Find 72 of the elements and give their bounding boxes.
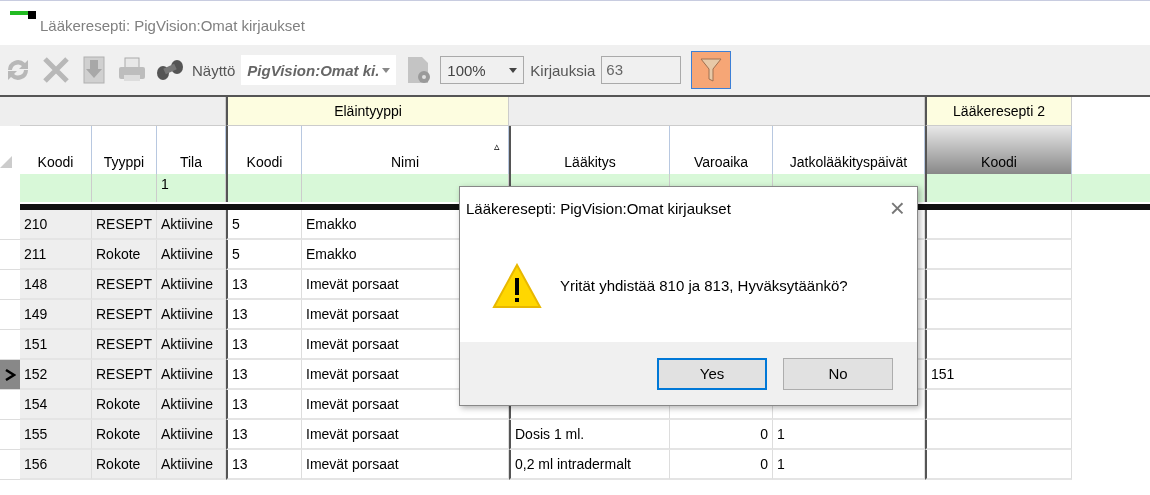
table-cell: Aktiivine — [157, 240, 226, 270]
pointer-icon — [4, 368, 16, 381]
table-cell: Aktiivine — [157, 210, 226, 240]
table-cell: 0 — [670, 450, 773, 480]
table-cell: 13 — [226, 330, 302, 360]
table-cell: Aktiivine — [157, 270, 226, 300]
table-cell: 5 — [226, 210, 302, 240]
view-label: Näyttö — [192, 61, 236, 79]
count-label: Kirjauksia — [530, 61, 596, 79]
table-cell: 5 — [226, 240, 302, 270]
table-cell: 149 — [20, 300, 92, 330]
count-field: 63 — [601, 56, 682, 84]
warning-icon — [492, 262, 542, 309]
filter-button[interactable] — [691, 51, 732, 89]
table-cell: RESEPT — [92, 330, 157, 360]
table-cell: 0,2 ml intradermalt — [509, 450, 670, 480]
table-cell: 0 — [670, 420, 773, 450]
table-cell: 13 — [226, 420, 302, 450]
corner-icon — [0, 156, 12, 168]
table-cell: 211 — [20, 240, 92, 270]
filter-cell[interactable] — [925, 174, 1072, 202]
column-header[interactable]: Koodi — [226, 126, 302, 174]
table-cell: Aktiivine — [157, 450, 226, 480]
table-cell: 155 — [20, 420, 92, 450]
table-cell: 152 — [20, 360, 92, 390]
row-header[interactable] — [0, 360, 20, 390]
filter-cell[interactable] — [226, 174, 302, 202]
table-cell: Rokote — [92, 390, 157, 420]
filter-cell[interactable]: 1 — [157, 174, 226, 202]
table-cell: RESEPT — [92, 360, 157, 390]
filter-icon — [700, 57, 723, 83]
table-cell: 13 — [226, 300, 302, 330]
app-icon — [10, 11, 36, 19]
table-cell: 154 — [20, 390, 92, 420]
table-cell: Aktiivine — [157, 300, 226, 330]
table-cell: 156 — [20, 450, 92, 480]
group-header: Lääkeresepti 2 — [925, 97, 1072, 126]
table-cell: Rokote — [92, 240, 157, 270]
dialog-button[interactable]: No — [783, 357, 893, 390]
table-cell: 151 — [925, 360, 1072, 390]
table-cell: 148 — [20, 270, 92, 300]
table-cell: Imevät porsaat — [302, 450, 509, 480]
window-title: Lääkeresepti: PigVision:Omat kirjaukset — [40, 16, 305, 34]
table-cell: Aktiivine — [157, 390, 226, 420]
column-header[interactable]: Koodi — [925, 126, 1072, 174]
table-cell: RESEPT — [92, 270, 157, 300]
table-cell: Rokote — [92, 420, 157, 450]
table-cell: Dosis 1 ml. — [509, 420, 670, 450]
table-cell: Imevät porsaat — [302, 420, 509, 450]
dialog-message: Yrität yhdistää 810 ja 813, Hyväksytäänkö? — [560, 277, 848, 294]
table-cell: 13 — [226, 360, 302, 390]
table-cell: 1 — [773, 420, 925, 450]
table-cell: Rokote — [92, 450, 157, 480]
caret-icon — [382, 67, 391, 73]
table-cell: 13 — [226, 270, 302, 300]
group-header: Eläintyyppi — [226, 97, 509, 126]
table-cell: 1 — [773, 450, 925, 480]
table-cell: Aktiivine — [157, 420, 226, 450]
zoom-dropdown[interactable]: 100% — [440, 56, 525, 84]
close-button[interactable]: × — [889, 192, 905, 224]
table-cell: 13 — [226, 390, 302, 420]
table-cell: RESEPT — [92, 300, 157, 330]
column-header[interactable]: Lääkitys — [509, 126, 670, 174]
table-cell: Aktiivine — [157, 330, 226, 360]
table-cell: 13 — [226, 450, 302, 480]
table-cell: Aktiivine — [157, 360, 226, 390]
dialog-button[interactable]: Yes — [657, 357, 767, 390]
caret-icon — [509, 67, 518, 73]
view-dropdown[interactable]: PigVision:Omat ki. — [241, 55, 397, 85]
table-cell: 210 — [20, 210, 92, 240]
table-cell: 151 — [20, 330, 92, 360]
table-cell: RESEPT — [92, 210, 157, 240]
